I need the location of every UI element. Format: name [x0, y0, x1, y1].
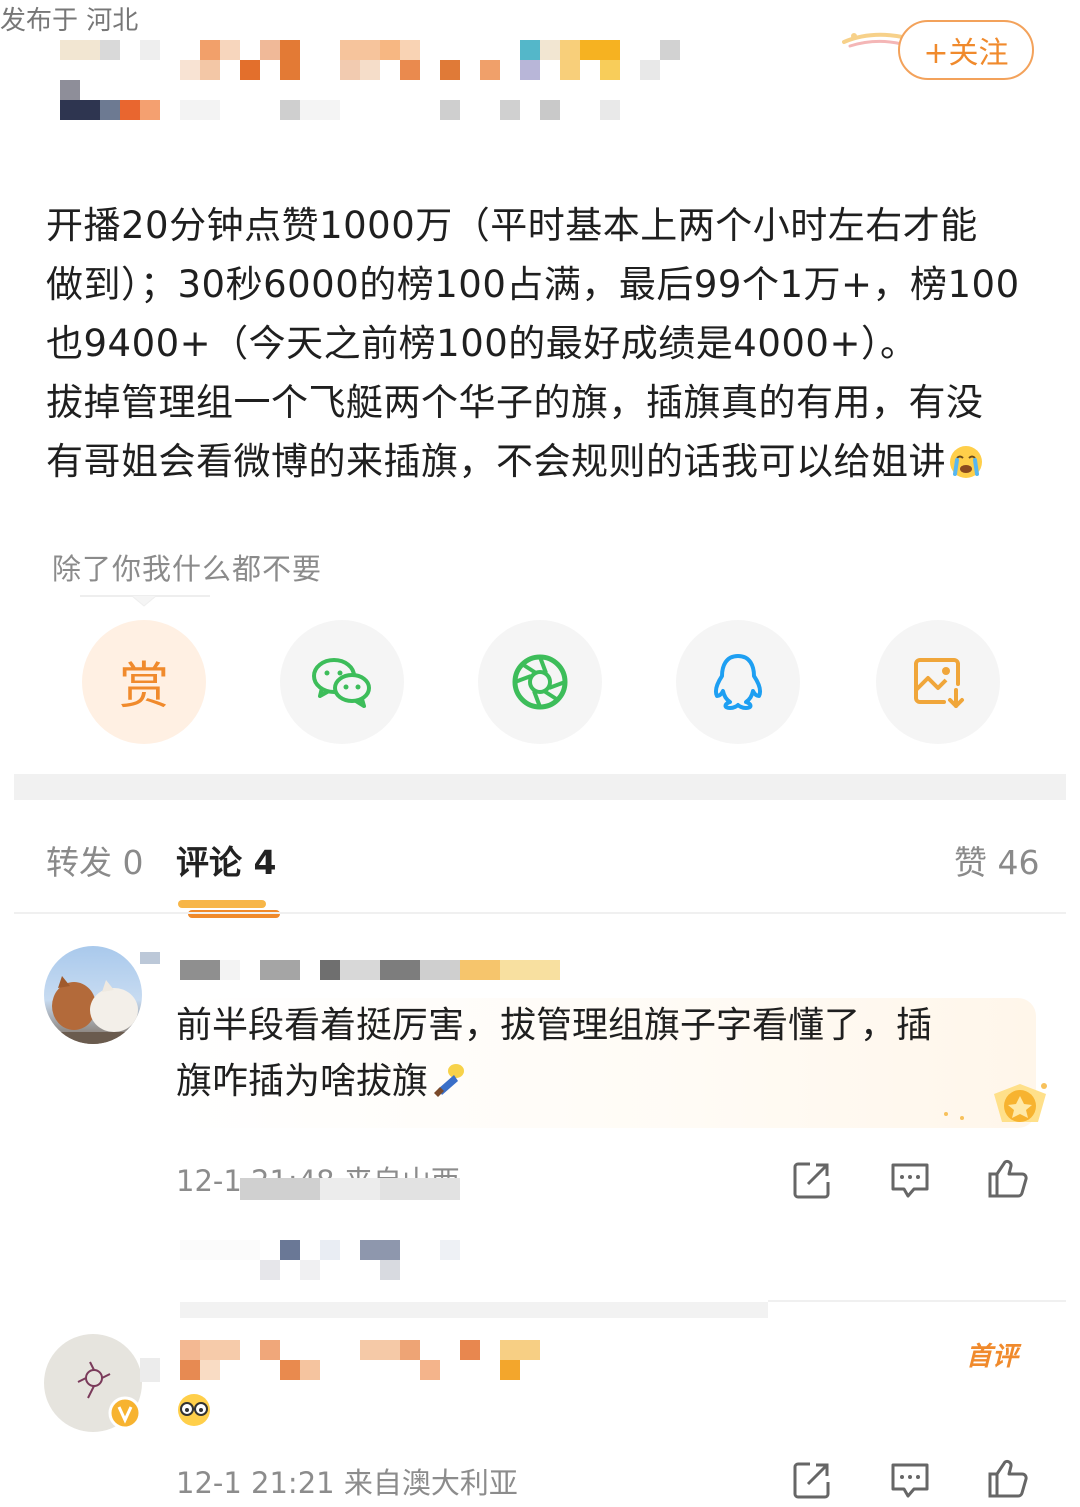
- qq-icon: [713, 654, 763, 710]
- vip-medal-icon: [944, 1083, 1047, 1122]
- reply-icon[interactable]: [888, 1158, 932, 1202]
- post-body: 开播20分钟点赞1000万（平时基本上两个小时左右才能 做到）；30秒6000的…: [46, 196, 1046, 491]
- tab-repost[interactable]: 转发 0: [46, 836, 144, 884]
- post-signature: 除了你我什么都不要: [52, 552, 323, 586]
- moments-icon: [512, 654, 568, 710]
- post-body-line: 也9400+（今天之前榜100的最好成绩是4000+）。: [46, 322, 918, 365]
- share-qq-button[interactable]: [676, 620, 800, 744]
- post-body-line-text: 有哥姐会看微博的来插旗，不会规则的话我可以给姐讲: [46, 440, 946, 483]
- comment-avatar[interactable]: [44, 946, 142, 1044]
- crying-face-emoji-icon: [950, 446, 982, 478]
- post-body-line: 拔掉管理组一个飞艇两个华子的旗，插旗真的有用，有没: [46, 381, 984, 424]
- tab-likes[interactable]: 赞 46: [954, 836, 1039, 884]
- reply-icon[interactable]: [888, 1458, 932, 1502]
- repost-icon[interactable]: [790, 1158, 834, 1202]
- reward-button[interactable]: 赏: [82, 620, 206, 744]
- follow-button[interactable]: +关注: [898, 20, 1034, 80]
- post-body-line: 开播20分钟点赞1000万（平时基本上两个小时左右才能: [46, 204, 978, 247]
- cat-photo-icon: [44, 976, 142, 1044]
- save-image-button[interactable]: [876, 620, 1000, 744]
- comment-meta: 12-1 21:21 来自澳大利亚: [176, 1466, 518, 1500]
- save-image-icon: [914, 658, 964, 708]
- comment-text: 前半段看着挺厉害，拔管理组旗子字看懂了，插 旗咋插为啥拔旗: [176, 998, 1036, 1128]
- verified-badge-icon: [108, 1396, 142, 1430]
- share-moments-button[interactable]: [478, 620, 602, 744]
- glasses-face-emoji-icon: [178, 1394, 210, 1426]
- like-icon[interactable]: [986, 1156, 1030, 1200]
- post-body-line: 做到）；30秒6000的榜100占满，最后99个1万+，榜100: [46, 263, 1020, 306]
- comment-divider: [180, 1302, 768, 1318]
- comment-text-line-text: 旗咋插为啥拔旗: [176, 1061, 429, 1102]
- share-wechat-button[interactable]: [280, 620, 404, 744]
- section-divider: [14, 774, 1066, 800]
- comment-divider: [768, 1300, 1066, 1302]
- post-body-line: 有哥姐会看微博的来插旗，不会规则的话我可以给姐讲: [46, 432, 1046, 491]
- like-icon[interactable]: [986, 1456, 1030, 1500]
- flag-emoji-icon: [434, 1064, 465, 1097]
- reward-label: 赏: [119, 657, 169, 715]
- repost-icon[interactable]: [790, 1458, 834, 1502]
- first-comment-badge: 首评: [966, 1342, 1019, 1372]
- comment-text-line: 前半段看着挺厉害，拔管理组旗子字看懂了，插: [176, 1005, 933, 1046]
- comment-text-line-2: 旗咋插为啥拔旗: [176, 1054, 1036, 1110]
- wechat-icon: [312, 658, 371, 708]
- signature-pointer-icon: [80, 595, 210, 607]
- tab-active-indicator: [178, 900, 280, 918]
- tabs-divider: [14, 912, 1066, 914]
- tab-comments[interactable]: 评论 4: [176, 836, 276, 884]
